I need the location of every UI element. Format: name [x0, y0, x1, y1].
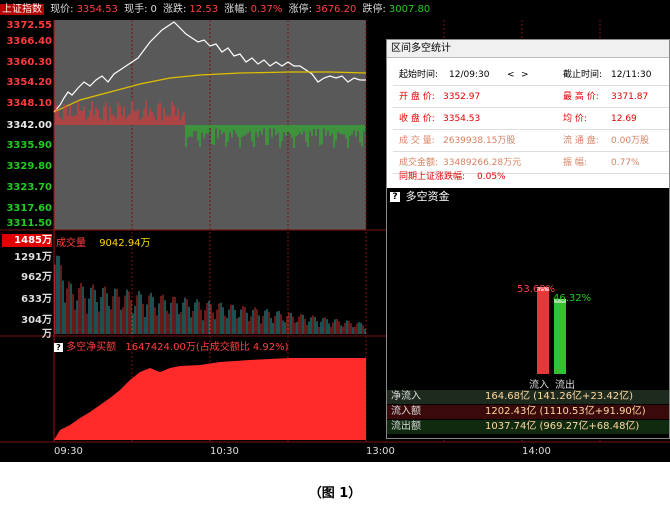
outflow-label: 流出 [555, 380, 575, 391]
question-icon[interactable]: ? [390, 192, 400, 202]
panel-title: 区间多空统计 [387, 40, 669, 58]
capital-panel-header: ? 多空资金 [387, 188, 669, 206]
outflow-amount-row: 流出额 1037.74亿 (969.27亿+68.48亿) [387, 420, 669, 434]
float-value: 0.00万股 [611, 136, 650, 146]
inflow-pct: 53.68% [517, 284, 556, 295]
time-tick: 14:00 [522, 446, 551, 457]
net-buy-area [54, 358, 366, 440]
net-buy-title-row: ? 多空净买额 1647424.00万(占成交额比 4.92%) [54, 338, 289, 353]
volume-title: 成交量 [56, 238, 86, 249]
inflow-amount-value: 1202.43亿 (1110.53亿+91.90亿) [485, 406, 646, 417]
volume-title-row: 成交量 9042.94万 [56, 234, 151, 249]
period-label: 同期上证涨跌幅: [399, 172, 466, 182]
net-buy-title: 多空净买额 [66, 342, 117, 353]
volume-float-row: 成 交 量: 2639938.15万股 流 通 盘: 0.00万股 [393, 130, 669, 152]
volume-value: 9042.94万 [99, 238, 151, 249]
price-tick: 3354.20 [6, 77, 52, 88]
close-avg-row: 收 盘 价: 3354.53 均 价: 12.69 [393, 108, 669, 130]
volume-max-badge: 1485万 [2, 234, 52, 247]
period-value: 0.05% [477, 172, 506, 182]
volume-tick: 万 [42, 329, 52, 340]
avg-label: 均 价: [563, 114, 587, 124]
start-label: 起始时间: [399, 70, 439, 80]
price-tick: 3366.40 [6, 36, 52, 47]
open-label: 开 盘 价: [399, 92, 435, 102]
capital-title: 多空资金 [405, 190, 450, 203]
next-button[interactable]: > [521, 64, 529, 86]
close-label: 收 盘 价: [399, 114, 435, 124]
high-label: 最 高 价: [563, 92, 599, 102]
price-base-tick: 3342.00 [6, 120, 52, 131]
outflow-pct: 46.32% [553, 293, 592, 304]
high-value: 3371.87 [611, 92, 649, 102]
float-label: 流 通 盘: [563, 136, 599, 146]
time-tick: 10:30 [210, 446, 239, 457]
time-range-row: 起始时间: 12/09:30 < > 截止时间: 12/11:30 [393, 64, 669, 86]
vol-value: 2639938.15万股 [443, 136, 516, 146]
interval-stats-panel[interactable]: 区间多空统计 起始时间: 12/09:30 < > 截止时间: 12/11:30… [386, 39, 670, 439]
inflow-amount-row: 流入额 1202.43亿 (1110.53亿+91.90亿) [387, 405, 669, 419]
open-value: 3352.97 [443, 92, 481, 102]
net-buy-value: 1647424.00万(占成交额比 4.92%) [125, 342, 289, 353]
inflow-bar [537, 287, 549, 374]
time-tick: 09:30 [54, 446, 83, 457]
price-tick: 3329.80 [6, 161, 52, 172]
price-tick: 3335.90 [6, 140, 52, 151]
volume-tick: 633万 [21, 294, 52, 305]
volume-tick: 962万 [21, 272, 52, 283]
price-tick: 3317.60 [6, 203, 52, 214]
price-tick: 3360.30 [6, 57, 52, 68]
question-icon[interactable]: ? [54, 343, 63, 352]
price-tick: 3311.50 [6, 218, 52, 229]
open-high-row: 开 盘 价: 3352.97 最 高 价: 3371.87 [393, 86, 669, 108]
figure-caption: （图 1） [308, 486, 362, 501]
net-inflow-row: 净流入 164.68亿 (141.26亿+23.42亿) [387, 390, 669, 404]
vol-label: 成 交 量: [399, 136, 435, 146]
inflow-amount-label: 流入额 [391, 406, 421, 417]
volume-tick: 304万 [21, 315, 52, 326]
net-inflow-label: 净流入 [391, 391, 421, 402]
capital-chart-area: 53.68% 46.32% 流入 流出 净流入 164.68亿 (141.26亿… [387, 206, 669, 438]
close-value: 3354.53 [443, 114, 481, 124]
outflow-amount-value: 1037.74亿 (969.27亿+68.48亿) [485, 421, 640, 432]
period-change-row: 同期上证涨跌幅: 0.05% [393, 166, 669, 188]
price-tick: 3372.55 [6, 20, 52, 31]
outflow-amount-label: 流出额 [391, 421, 421, 432]
price-tick: 3348.10 [6, 98, 52, 109]
end-value[interactable]: 12/11:30 [611, 64, 651, 86]
time-tick: 13:00 [366, 446, 395, 457]
prev-button[interactable]: < [507, 64, 515, 86]
volume-tick: 1291万 [14, 252, 52, 263]
outflow-bar [554, 298, 566, 374]
start-value[interactable]: 12/09:30 [449, 64, 489, 86]
net-inflow-value: 164.68亿 (141.26亿+23.42亿) [485, 391, 633, 402]
avg-value: 12.69 [611, 114, 637, 124]
price-tick: 3323.70 [6, 182, 52, 193]
inflow-label: 流入 [529, 380, 549, 391]
end-label: 截止时间: [563, 70, 603, 80]
